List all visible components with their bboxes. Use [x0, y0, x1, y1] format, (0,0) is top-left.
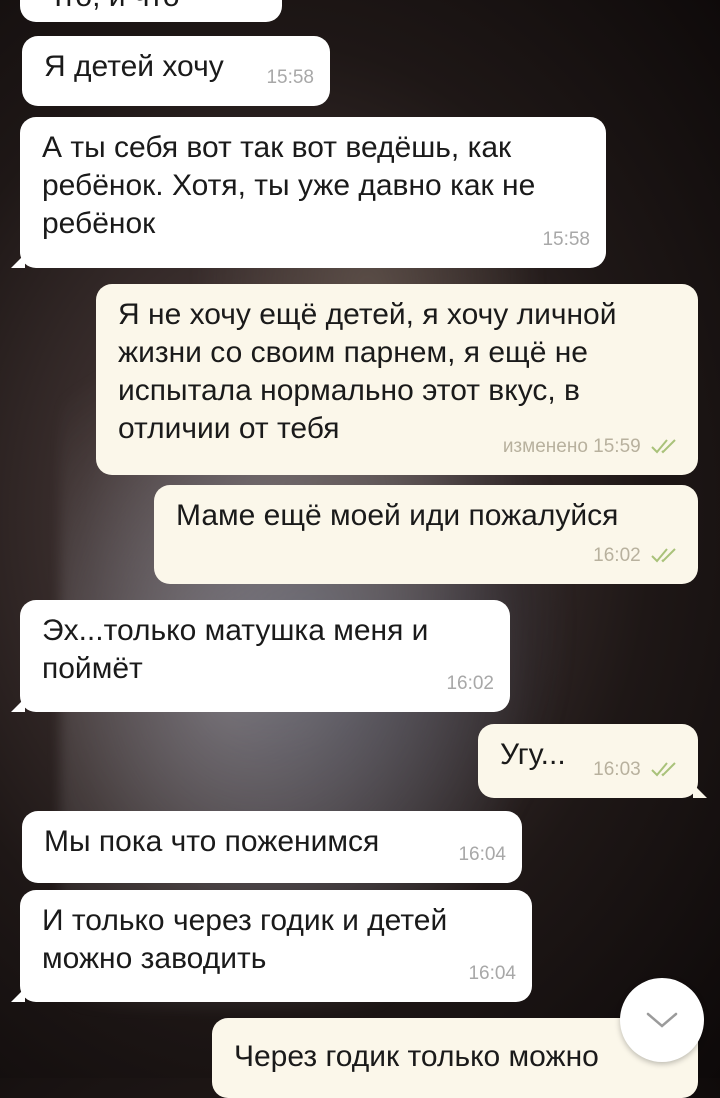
message-outgoing[interactable]: Угу... 16:03: [478, 724, 707, 798]
message-time: 16:04: [468, 963, 516, 984]
message-meta: 16:03: [593, 751, 682, 789]
message-meta: 16:02: [593, 537, 682, 575]
message-incoming[interactable]: Мы пока что поженимся 16:04: [22, 811, 522, 883]
message-incoming[interactable]: Я детей хочу 15:58: [22, 36, 330, 106]
double-check-icon: [651, 439, 676, 454]
message-text: А ты себя вот так вот ведёшь, как ребёно…: [42, 131, 536, 240]
chat-history[interactable]: Что, и что 15:58 Я детей хочу 15:58 А ты…: [0, 0, 720, 1098]
message-meta: изменено 15:59: [503, 428, 682, 466]
message-time: 15:58: [542, 229, 590, 250]
message-text: Угу...: [500, 738, 566, 771]
message-time: изменено 15:59: [502, 436, 641, 457]
message-text: Маме ещё моей иди пожалуйся: [176, 499, 619, 532]
message-outgoing[interactable]: Маме ещё моей иди пожалуйся 16:02: [154, 485, 698, 584]
double-check-icon: [651, 548, 676, 563]
message-time: 16:02: [593, 545, 641, 566]
message-incoming[interactable]: И только через годик и детей можно завод…: [11, 890, 532, 1002]
message-text: Мы пока что поженимся: [44, 825, 380, 858]
message-text: Я не хочу ещё детей, я хочу личной жизни…: [118, 298, 617, 445]
chevron-down-icon: [646, 1012, 678, 1028]
message-incoming[interactable]: Эх...только матушка меня и поймёт 16:02: [11, 600, 510, 712]
message-text: Я детей хочу: [44, 50, 224, 83]
message-outgoing[interactable]: Я не хочу ещё детей, я хочу личной жизни…: [96, 284, 698, 475]
message-time: 16:03: [593, 759, 641, 780]
message-text: И только через годик и детей можно завод…: [42, 904, 448, 975]
message-text: Что, и что: [42, 0, 180, 13]
message-text: Эх...только матушка меня и поймёт: [42, 614, 429, 685]
double-check-icon: [651, 762, 676, 777]
message-time: 16:02: [446, 673, 494, 694]
message-incoming[interactable]: Что, и что 15:58: [20, 0, 282, 22]
message-time: 16:04: [458, 844, 506, 865]
scroll-to-bottom-button[interactable]: [620, 978, 704, 1062]
message-time: 15:58: [266, 67, 314, 88]
message-incoming[interactable]: А ты себя вот так вот ведёшь, как ребёно…: [11, 117, 606, 268]
message-time: 15:58: [218, 0, 266, 13]
message-text: Через годик только можно: [234, 1040, 599, 1073]
